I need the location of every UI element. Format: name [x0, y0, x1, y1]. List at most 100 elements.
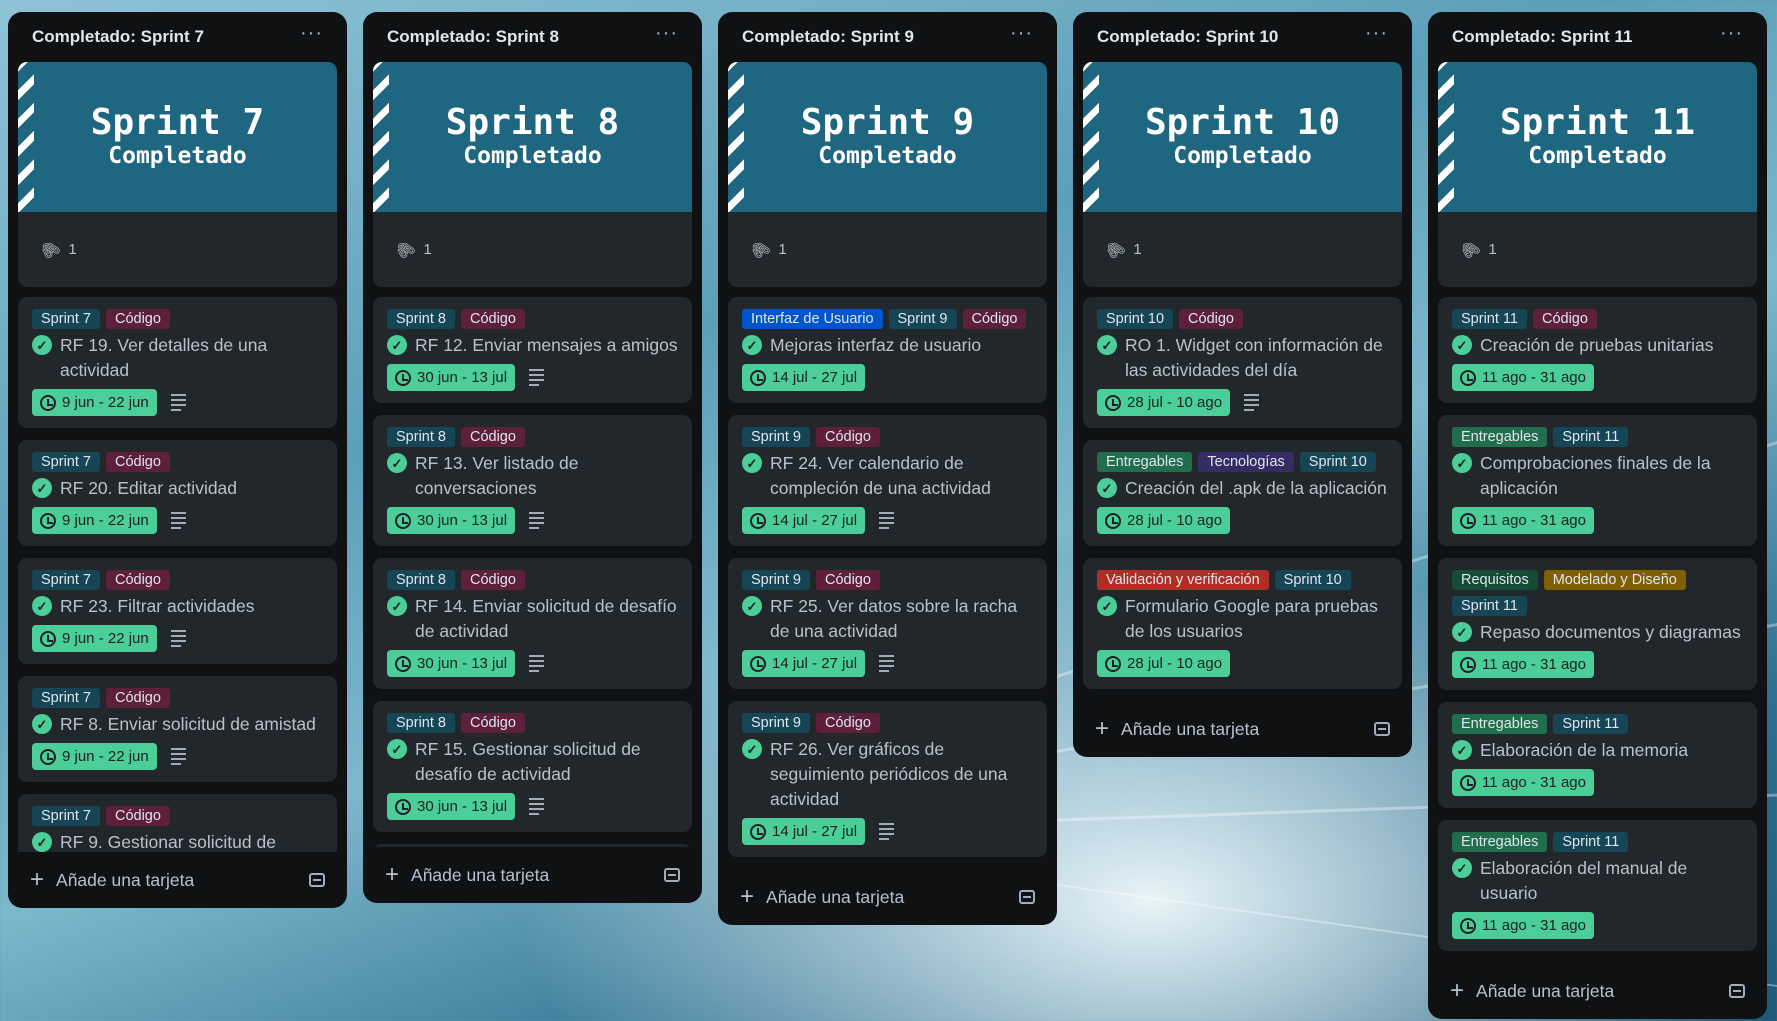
complete-check-icon[interactable]: ✓	[1452, 858, 1472, 878]
complete-check-icon[interactable]: ✓	[32, 832, 52, 852]
add-card-button[interactable]: + Añade una tarjeta	[1450, 977, 1614, 1005]
card-label[interactable]: Entregables	[1452, 832, 1548, 852]
complete-check-icon[interactable]: ✓	[32, 335, 52, 355]
complete-check-icon[interactable]: ✓	[1097, 335, 1117, 355]
task-card[interactable]: Sprint 7 Código ✓ RF 19. Ver detalles de un…	[18, 297, 337, 428]
create-from-template-icon[interactable]	[664, 868, 680, 882]
create-from-template-icon[interactable]	[1729, 984, 1745, 998]
complete-check-icon[interactable]: ✓	[1452, 622, 1472, 642]
task-card[interactable]: Entregables Sprint 11 ✓ Elaboración del man…	[1438, 820, 1757, 951]
card-label[interactable]: Sprint 11	[1553, 832, 1629, 852]
card-label[interactable]: Interfaz de Usuario	[742, 309, 883, 329]
card-label[interactable]: Sprint 11	[1553, 714, 1629, 734]
task-card[interactable]: Sprint 11 Código ✓ Creación de pruebas unit…	[1438, 297, 1757, 403]
card-label[interactable]: Código	[815, 713, 880, 733]
due-date-badge[interactable]: 30 jun - 13 jul	[387, 507, 516, 534]
due-date-badge[interactable]: 9 jun - 22 jun	[32, 507, 157, 534]
complete-check-icon[interactable]: ✓	[32, 478, 52, 498]
due-date-badge[interactable]: 11 ago - 31 ago	[1452, 912, 1594, 939]
due-date-badge[interactable]: 14 jul - 27 jul	[742, 818, 866, 845]
complete-check-icon[interactable]: ✓	[1452, 740, 1472, 760]
card-label[interactable]: Código	[460, 570, 525, 590]
create-from-template-icon[interactable]	[309, 873, 325, 887]
complete-check-icon[interactable]: ✓	[387, 739, 407, 759]
task-card[interactable]: Sprint 9 Código ✓ RF 26. Ver gráficos de se…	[728, 701, 1047, 857]
due-date-badge[interactable]: 9 jun - 22 jun	[32, 389, 157, 416]
complete-check-icon[interactable]: ✓	[742, 596, 762, 616]
due-date-badge[interactable]: 30 jun - 13 jul	[387, 650, 516, 677]
due-date-badge[interactable]: 11 ago - 31 ago	[1452, 507, 1594, 534]
complete-check-icon[interactable]: ✓	[742, 739, 762, 759]
complete-check-icon[interactable]: ✓	[32, 714, 52, 734]
card-label[interactable]: Sprint 8	[387, 713, 455, 733]
list-title[interactable]: Completado: Sprint 7	[32, 27, 204, 47]
cover-card[interactable]: Sprint 9 Completado 🖇︎ 1	[728, 62, 1047, 287]
card-label[interactable]: Código	[105, 452, 170, 472]
task-card[interactable]: Entregables Sprint 11 ✓ Elaboración de la m…	[1438, 702, 1757, 808]
card-label[interactable]: Sprint 9	[742, 427, 810, 447]
card-label[interactable]: Sprint 11	[1553, 427, 1629, 447]
card-label[interactable]: Código	[105, 309, 170, 329]
task-card[interactable]: Sprint 8 Código ✓ RF 13. Ver listado de con…	[373, 415, 692, 546]
complete-check-icon[interactable]: ✓	[387, 453, 407, 473]
card-label[interactable]: Sprint 7	[32, 452, 100, 472]
task-card[interactable]: Sprint 9 Código ✓ RF 25. Ver datos sobre la…	[728, 558, 1047, 689]
task-card[interactable]: Requisitos Modelado y Diseño Sprint 11 ✓ Rep…	[1438, 558, 1757, 690]
add-card-button[interactable]: + Añade una tarjeta	[740, 883, 904, 911]
cover-card[interactable]: Sprint 11 Completado 🖇︎ 1	[1438, 62, 1757, 287]
task-card[interactable]: Interfaz de Usuario Sprint 9 Código ✓ Mejora…	[728, 297, 1047, 403]
card-label[interactable]: Sprint 8	[387, 309, 455, 329]
card-label[interactable]: Sprint 7	[32, 570, 100, 590]
card-label[interactable]: Código	[1532, 309, 1597, 329]
complete-check-icon[interactable]: ✓	[742, 335, 762, 355]
list-menu-button[interactable]: ···	[655, 23, 678, 46]
card-label[interactable]: Entregables	[1097, 452, 1193, 472]
list-title[interactable]: Completado: Sprint 11	[1452, 27, 1632, 47]
task-card[interactable]: Sprint 9 Código ✓ RF 24. Ver calendario de …	[728, 415, 1047, 546]
complete-check-icon[interactable]: ✓	[1097, 596, 1117, 616]
complete-check-icon[interactable]: ✓	[1452, 453, 1472, 473]
card-label[interactable]: Código	[460, 713, 525, 733]
card-label[interactable]: Código	[105, 688, 170, 708]
add-card-button[interactable]: + Añade una tarjeta	[385, 861, 549, 889]
card-label[interactable]: Código	[815, 570, 880, 590]
complete-check-icon[interactable]: ✓	[1452, 335, 1472, 355]
card-label[interactable]: Sprint 11	[1452, 596, 1527, 616]
card-label[interactable]: Sprint 10	[1299, 452, 1376, 472]
card-label[interactable]: Sprint 10	[1274, 570, 1351, 590]
card-label[interactable]: Sprint 7	[32, 806, 100, 826]
due-date-badge[interactable]: 28 jul - 10 ago	[1097, 389, 1231, 416]
card-label[interactable]: Sprint 8	[387, 427, 455, 447]
list-title[interactable]: Completado: Sprint 9	[742, 27, 914, 47]
card-label[interactable]: Validación y verificación	[1097, 570, 1269, 590]
complete-check-icon[interactable]: ✓	[32, 596, 52, 616]
card-label[interactable]: Sprint 10	[1097, 309, 1174, 329]
card-label[interactable]: Código	[460, 309, 525, 329]
due-date-badge[interactable]: 14 jul - 27 jul	[742, 364, 866, 391]
list-title[interactable]: Completado: Sprint 8	[387, 27, 559, 47]
due-date-badge[interactable]: 14 jul - 27 jul	[742, 650, 866, 677]
card-label[interactable]: Requisitos	[1452, 570, 1538, 590]
list-menu-button[interactable]: ···	[1720, 23, 1743, 46]
due-date-badge[interactable]: 11 ago - 31 ago	[1452, 769, 1594, 796]
task-card[interactable]: Sprint 10 Código ✓ RO 1. Widget con informa…	[1083, 297, 1402, 428]
due-date-badge[interactable]: 14 jul - 27 jul	[742, 507, 866, 534]
cover-card[interactable]: Sprint 7 Completado 🖇︎ 1	[18, 62, 337, 287]
list-menu-button[interactable]: ···	[1010, 23, 1033, 46]
due-date-badge[interactable]: 28 jul - 10 ago	[1097, 507, 1231, 534]
add-card-button[interactable]: + Añade una tarjeta	[30, 866, 194, 894]
complete-check-icon[interactable]: ✓	[387, 596, 407, 616]
card-label[interactable]: Modelado y Diseño	[1543, 570, 1686, 590]
card-label[interactable]: Código	[460, 427, 525, 447]
card-label[interactable]: Código	[1179, 309, 1243, 329]
card-label[interactable]: Código	[105, 806, 170, 826]
due-date-badge[interactable]: 30 jun - 13 jul	[387, 793, 516, 820]
card-label[interactable]: Entregables	[1452, 427, 1548, 447]
task-card[interactable]: Validación y verificación Sprint 10 ✓ Formu…	[1083, 558, 1402, 689]
due-date-badge[interactable]: 9 jun - 22 jun	[32, 743, 157, 770]
card-label[interactable]: Sprint 11	[1452, 309, 1527, 329]
due-date-badge[interactable]: 28 jul - 10 ago	[1097, 650, 1231, 677]
create-from-template-icon[interactable]	[1374, 722, 1390, 736]
create-from-template-icon[interactable]	[1019, 890, 1035, 904]
card-label[interactable]: Sprint 9	[888, 309, 957, 329]
